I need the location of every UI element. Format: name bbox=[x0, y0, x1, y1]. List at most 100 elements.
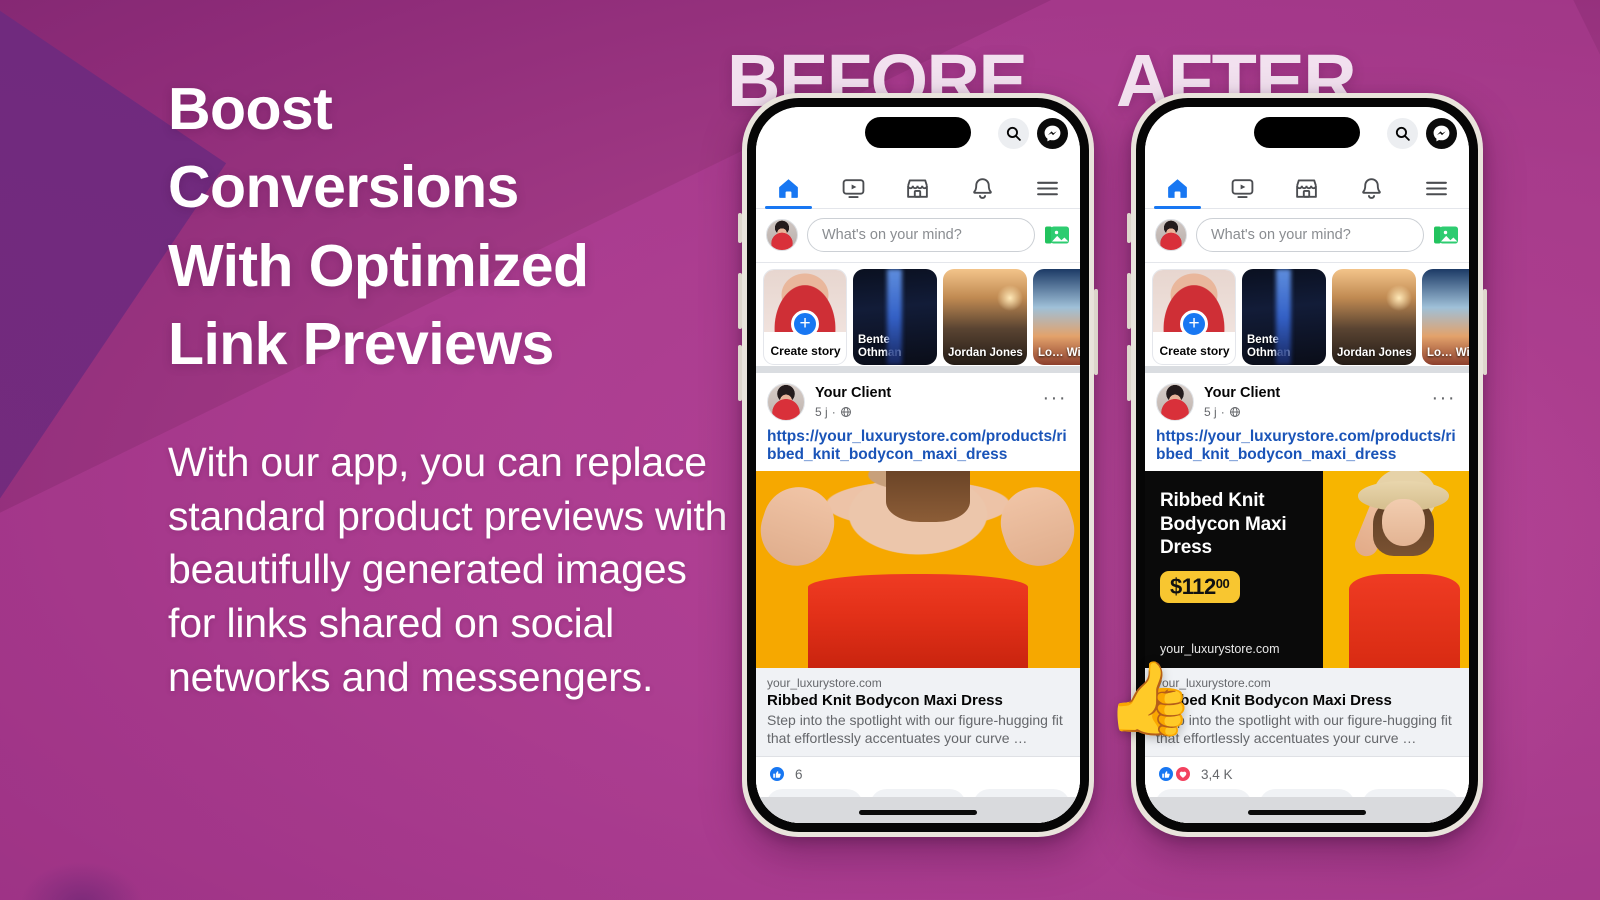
preview-title: Ribbed Knit Bodycon Maxi Dress bbox=[767, 692, 1003, 710]
price-main: $112 bbox=[1170, 573, 1216, 599]
story-item[interactable]: Jordan Jones bbox=[943, 269, 1027, 365]
post-time: 5 j bbox=[815, 404, 828, 419]
story-label: Lo… Wi… bbox=[1427, 347, 1469, 360]
story-label: Jordan Jones bbox=[948, 347, 1023, 360]
feed-post-after: Your Client 5 j · ··· https://your_luxur… bbox=[1145, 373, 1469, 823]
price-cents: 00 bbox=[1215, 575, 1230, 591]
story-item[interactable]: Lo… Wi… bbox=[1033, 269, 1080, 365]
photo-gallery-icon[interactable] bbox=[1433, 223, 1459, 247]
tab-video[interactable] bbox=[821, 163, 886, 208]
status-bar bbox=[756, 107, 1080, 163]
story-item[interactable]: Lo… Wi… bbox=[1422, 269, 1469, 365]
stories-row[interactable]: + Create story Bente Othman Jordan Jones… bbox=[756, 263, 1080, 373]
post-time: 5 j bbox=[1204, 404, 1217, 419]
reaction-summary[interactable]: 3,4 K bbox=[1145, 757, 1469, 790]
tab-video[interactable] bbox=[1210, 163, 1275, 208]
globe-icon bbox=[1229, 406, 1240, 417]
post-author[interactable]: Your Client bbox=[815, 385, 1043, 402]
story-item[interactable]: Bente Othman bbox=[853, 269, 937, 365]
model-arm-left bbox=[756, 477, 845, 575]
story-create[interactable]: + Create story bbox=[763, 269, 847, 365]
reaction-summary[interactable]: 6 bbox=[756, 757, 1080, 790]
more-options-icon[interactable]: ··· bbox=[1043, 388, 1069, 411]
phone-silent-switch bbox=[1127, 213, 1131, 243]
link-preview-caption[interactable]: your_luxurystore.com Ribbed Knit Bodycon… bbox=[756, 668, 1080, 758]
product-photo bbox=[1323, 471, 1469, 669]
phone-volume-up-button bbox=[1127, 273, 1131, 329]
post-link[interactable]: https://your_luxurystore.com/products/ri… bbox=[756, 425, 1080, 471]
search-icon[interactable] bbox=[1387, 118, 1418, 149]
avatar[interactable] bbox=[1156, 383, 1194, 421]
model-hair bbox=[885, 471, 970, 523]
tab-notifications[interactable] bbox=[1339, 163, 1404, 208]
story-label: Create story bbox=[1159, 343, 1230, 358]
post-header: Your Client 5 j · ··· bbox=[756, 373, 1080, 425]
preview-description: Step into the spotlight with our figure-… bbox=[1156, 712, 1452, 746]
post-link[interactable]: https://your_luxurystore.com/products/ri… bbox=[1145, 425, 1469, 471]
story-label: Create story bbox=[770, 343, 841, 358]
tab-notifications[interactable] bbox=[950, 163, 1015, 208]
link-preview-image-optimized[interactable]: Ribbed Knit Bodycon Maxi Dress $112 00 y… bbox=[1145, 471, 1469, 669]
avatar[interactable] bbox=[766, 219, 798, 251]
home-indicator[interactable] bbox=[1248, 810, 1366, 815]
plus-icon: + bbox=[1180, 310, 1208, 338]
model-face bbox=[1381, 498, 1426, 547]
composer-input[interactable]: What's on your mind? bbox=[1196, 218, 1424, 252]
preview-site: your_luxurystore.com bbox=[767, 676, 882, 691]
separator-dot: · bbox=[831, 404, 836, 419]
product-card-info: Ribbed Knit Bodycon Maxi Dress $112 00 y… bbox=[1145, 471, 1324, 669]
story-item[interactable]: Jordan Jones bbox=[1332, 269, 1416, 365]
plus-icon: + bbox=[791, 310, 819, 338]
avatar[interactable] bbox=[767, 383, 805, 421]
messenger-icon[interactable] bbox=[1426, 118, 1457, 149]
model-arm-right bbox=[991, 477, 1080, 575]
page-subtitle: With our app, you can replace standard p… bbox=[168, 438, 728, 700]
story-label: Lo… Wi… bbox=[1038, 347, 1080, 360]
phone-mockup-before: What's on your mind? + Create story Bent… bbox=[738, 93, 1098, 837]
tab-menu[interactable] bbox=[1015, 163, 1080, 208]
tab-home[interactable] bbox=[756, 163, 821, 209]
phone-power-button bbox=[1483, 289, 1487, 375]
phone-volume-down-button bbox=[738, 345, 742, 401]
thumbs-up-emoji: 👍 bbox=[1105, 659, 1195, 739]
phone-shell: What's on your mind? + Create story Bent… bbox=[747, 98, 1089, 832]
facebook-nav-tabs[interactable] bbox=[1145, 163, 1469, 209]
story-item[interactable]: Bente Othman bbox=[1242, 269, 1326, 365]
story-create[interactable]: + Create story bbox=[1152, 269, 1236, 365]
status-bar bbox=[1145, 107, 1469, 163]
page-title: Boost Conversions With Optimized Link Pr… bbox=[168, 76, 589, 378]
avatar[interactable] bbox=[1155, 219, 1187, 251]
phone-power-button bbox=[1094, 289, 1098, 375]
photo-gallery-icon[interactable] bbox=[1044, 223, 1070, 247]
like-reaction-icon bbox=[1157, 765, 1175, 784]
dynamic-island bbox=[865, 117, 971, 148]
tab-marketplace[interactable] bbox=[1275, 163, 1340, 208]
phone-screen-before: What's on your mind? + Create story Bent… bbox=[756, 107, 1080, 823]
post-subline: 5 j · bbox=[1204, 405, 1432, 419]
composer-input[interactable]: What's on your mind? bbox=[807, 218, 1035, 252]
tab-marketplace[interactable] bbox=[886, 163, 951, 208]
feed-post-before: Your Client 5 j · ··· https://your_luxur… bbox=[756, 373, 1080, 823]
post-author[interactable]: Your Client bbox=[1204, 385, 1432, 402]
product-title: Ribbed Knit Bodycon Maxi Dress bbox=[1160, 490, 1287, 559]
post-meta: Your Client 5 j · bbox=[1204, 385, 1432, 418]
story-label: Jordan Jones bbox=[1337, 347, 1412, 360]
facebook-nav-tabs[interactable] bbox=[756, 163, 1080, 209]
stories-row[interactable]: + Create story Bente Othman Jordan Jones… bbox=[1145, 263, 1469, 373]
search-icon[interactable] bbox=[998, 118, 1029, 149]
tab-menu[interactable] bbox=[1404, 163, 1469, 208]
separator-dot: · bbox=[1220, 404, 1225, 419]
messenger-icon[interactable] bbox=[1037, 118, 1068, 149]
dynamic-island bbox=[1254, 117, 1360, 148]
home-indicator[interactable] bbox=[859, 810, 977, 815]
link-preview-image-plain[interactable] bbox=[756, 471, 1080, 669]
tab-home[interactable] bbox=[1145, 163, 1210, 209]
preview-title: Ribbed Knit Bodycon Maxi Dress bbox=[1156, 692, 1392, 710]
post-composer[interactable]: What's on your mind? bbox=[1145, 209, 1469, 263]
phone-silent-switch bbox=[738, 213, 742, 243]
post-composer[interactable]: What's on your mind? bbox=[756, 209, 1080, 263]
more-options-icon[interactable]: ··· bbox=[1432, 388, 1458, 411]
preview-description: Step into the spotlight with our figure-… bbox=[767, 712, 1063, 746]
model-dress bbox=[807, 573, 1029, 669]
tab-active-indicator bbox=[1154, 206, 1201, 209]
